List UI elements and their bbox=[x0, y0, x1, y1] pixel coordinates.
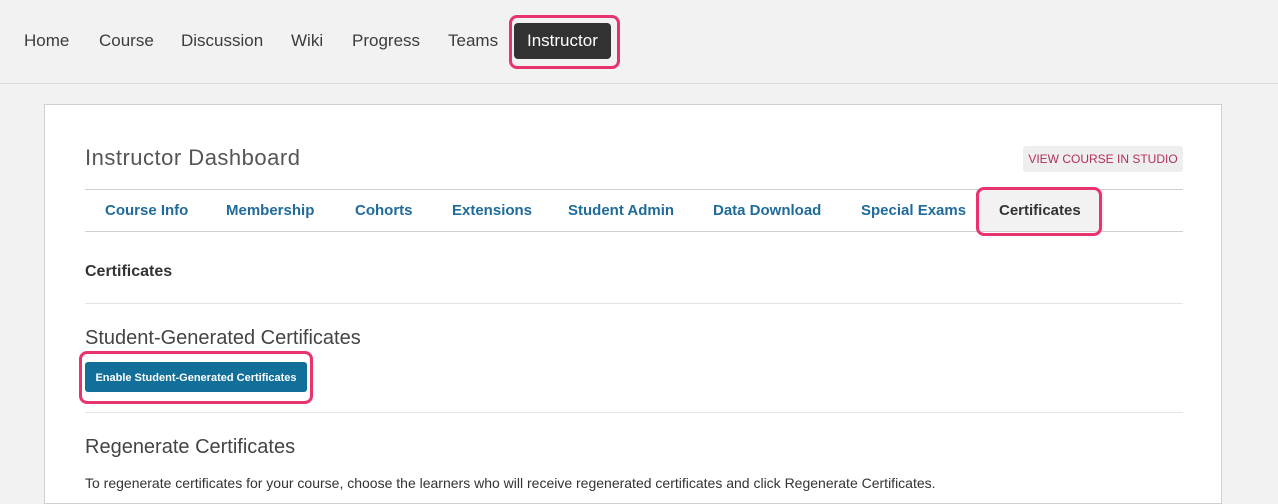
tab-special-exams[interactable]: Special Exams bbox=[861, 190, 966, 231]
tab-certificates[interactable]: Certificates bbox=[976, 190, 1104, 231]
tab-extensions[interactable]: Extensions bbox=[452, 190, 532, 231]
tab-course-info[interactable]: Course Info bbox=[105, 190, 188, 231]
tab-student-admin[interactable]: Student Admin bbox=[568, 190, 674, 231]
page-title: Instructor Dashboard bbox=[85, 145, 301, 170]
nav-tab-wiki[interactable]: Wiki bbox=[291, 23, 323, 59]
nav-tab-instructor[interactable]: Instructor bbox=[514, 23, 611, 59]
regenerate-description: To regenerate certificates for your cour… bbox=[85, 475, 936, 491]
course-nav: Home Course Discussion Wiki Progress Tea… bbox=[0, 0, 1278, 84]
divider bbox=[85, 412, 1183, 413]
enable-student-generated-certificates-button[interactable]: Enable Student-Generated Certificates bbox=[85, 362, 307, 392]
regenerate-heading: Regenerate Certificates bbox=[85, 436, 296, 458]
tab-data-download[interactable]: Data Download bbox=[713, 190, 821, 231]
instructor-dashboard-card: Instructor Dashboard View Course in Stud… bbox=[44, 104, 1222, 504]
nav-tab-discussion[interactable]: Discussion bbox=[181, 23, 263, 59]
nav-tab-course[interactable]: Course bbox=[99, 23, 154, 59]
nav-tab-teams[interactable]: Teams bbox=[448, 23, 498, 59]
tab-cohorts[interactable]: Cohorts bbox=[355, 190, 413, 231]
nav-tab-home[interactable]: Home bbox=[24, 23, 69, 59]
divider bbox=[85, 303, 1183, 304]
nav-tab-progress[interactable]: Progress bbox=[352, 23, 420, 59]
tab-membership[interactable]: Membership bbox=[226, 190, 314, 231]
view-in-studio-button[interactable]: View Course in Studio bbox=[1023, 146, 1183, 172]
section-label: Certificates bbox=[85, 263, 173, 280]
dashboard-tabs: Course Info Membership Cohorts Extension… bbox=[85, 189, 1183, 232]
student-generated-heading: Student-Generated Certificates bbox=[85, 327, 361, 349]
